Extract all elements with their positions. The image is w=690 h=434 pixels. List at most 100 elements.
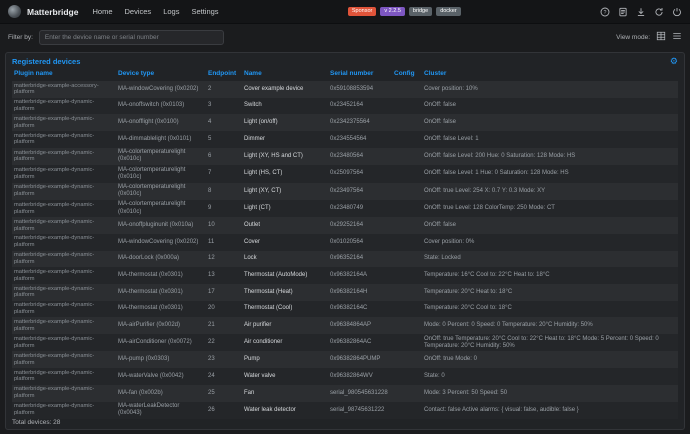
cell-cluster: OnOff: false Level: 1 (424, 135, 479, 142)
cell-serial-number: 0x23452164 (330, 102, 364, 109)
cell-endpoint: 5 (208, 135, 212, 142)
menu-item-devices[interactable]: Devices (125, 7, 152, 16)
table-row[interactable]: matterbridge-example-dynamic-platform MA… (12, 250, 678, 268)
table-row[interactable]: matterbridge-example-dynamic-platform MA… (12, 131, 678, 148)
cell-name: Fan (244, 389, 255, 396)
cell-device-type: MA-airConditioner (0x0072) (118, 339, 192, 346)
help-icon[interactable]: ? (600, 7, 610, 17)
table-row[interactable]: matterbridge-example-dynamic-platform MA… (12, 97, 678, 115)
cell-plugin-name: matterbridge-example-dynamic-platform (14, 252, 95, 265)
cell-cluster: State: Locked (424, 255, 461, 262)
cell-plugin-name: matterbridge-example-dynamic-platform (14, 166, 95, 180)
bridge-mode-badge: bridge (408, 7, 433, 16)
cell-plugin-name: matterbridge-example-dynamic-platform (14, 149, 95, 163)
cell-serial-number: 0x23480564 (330, 152, 364, 159)
table-row[interactable]: matterbridge-example-dynamic-platform MA… (12, 217, 678, 234)
table-row[interactable]: matterbridge-example-dynamic-platform MA… (12, 351, 678, 369)
cell-plugin-name: matterbridge-example-dynamic-platform (14, 285, 95, 299)
total-devices-label: Total devices: 28 (12, 419, 61, 427)
cell-endpoint: 23 (208, 356, 215, 363)
cell-endpoint: 22 (208, 339, 215, 346)
sponsor-badge[interactable]: Sponsor (347, 7, 377, 16)
cell-serial-number: 0x23497564 (330, 187, 364, 194)
cell-device-type: MA-thermostat (0x0301) (118, 305, 183, 312)
cell-config (392, 257, 422, 260)
table-row[interactable]: matterbridge-example-accessory-platform … (12, 81, 678, 98)
cell-device-type: MA-windowCovering (0x0202) (118, 238, 199, 245)
cell-config (392, 375, 422, 378)
table-row[interactable]: matterbridge-example-dynamic-platform MA… (12, 300, 678, 318)
table-settings-gear-icon[interactable]: ⚙ (670, 57, 678, 66)
cell-endpoint: 11 (208, 238, 215, 245)
table-row[interactable]: matterbridge-example-dynamic-platform MA… (12, 368, 678, 385)
cell-device-type: MA-thermostat (0x0301) (118, 288, 183, 295)
cell-plugin-name: matterbridge-example-accessory-platform (14, 82, 99, 96)
cell-endpoint: 12 (208, 255, 215, 262)
cell-plugin-name: matterbridge-example-dynamic-platform (14, 218, 95, 232)
table-row[interactable]: matterbridge-example-dynamic-platform MA… (12, 267, 678, 284)
cell-config (392, 138, 422, 141)
changelog-icon[interactable] (618, 7, 628, 17)
cell-serial-number: 0x01020564 (330, 238, 364, 245)
cell-device-type: MA-dimmablelight (0x0101) (118, 135, 192, 142)
table-row[interactable]: matterbridge-example-dynamic-platform MA… (12, 199, 678, 218)
device-filter-input[interactable] (38, 29, 224, 45)
cell-plugin-name: matterbridge-example-dynamic-platform (14, 403, 95, 417)
cell-name: Pump (244, 356, 260, 363)
menu-item-home[interactable]: Home (92, 7, 112, 16)
cell-device-type: MA-colortemperaturelight (0x010c) (118, 201, 186, 215)
table-row[interactable]: matterbridge-example-dynamic-platform MA… (12, 165, 678, 183)
cell-config (392, 241, 422, 244)
cell-serial-number: 0x23480749 (330, 204, 364, 211)
table-row[interactable]: matterbridge-example-dynamic-platform MA… (12, 334, 678, 352)
cell-serial-number: 0x96382864WV (330, 372, 373, 379)
cell-name: Light (HS, CT) (244, 170, 283, 177)
col-header-device-type: Device type (118, 70, 155, 77)
cell-name: Water leak detector (244, 406, 296, 413)
cell-config (392, 190, 422, 193)
filter-label: Filter by: (8, 33, 33, 41)
cell-plugin-name: matterbridge-example-dynamic-platform (14, 115, 95, 129)
filter-bar: Filter by: View mode: (0, 24, 690, 50)
cell-device-type: MA-onoffpluginunit (0x010a) (118, 222, 194, 228)
panel-footer: Total devices: 28 (12, 419, 678, 427)
table-row[interactable]: matterbridge-example-dynamic-platform MA… (12, 182, 678, 200)
cell-cluster: OnOff: true Mode: 0 (424, 356, 477, 363)
list-view-icon[interactable] (672, 28, 682, 46)
cell-serial-number: 0x96352164 (330, 255, 364, 262)
table-row[interactable]: matterbridge-example-dynamic-platform MA… (12, 317, 678, 335)
svg-text:?: ? (604, 9, 607, 15)
brand-name: Matterbridge (27, 6, 79, 17)
shutdown-power-icon[interactable] (672, 7, 682, 17)
cell-endpoint: 3 (208, 102, 212, 109)
cell-device-type: MA-windowCovering (0x0202) (118, 85, 199, 92)
cell-plugin-name: matterbridge-example-dynamic-platform (14, 235, 95, 249)
cell-endpoint: 20 (208, 305, 215, 312)
table-row[interactable]: matterbridge-example-dynamic-platform MA… (12, 384, 678, 402)
cell-name: Light (on/off) (244, 119, 278, 126)
cell-config (392, 324, 422, 327)
table-row[interactable]: matterbridge-example-dynamic-platform MA… (12, 233, 678, 251)
cell-endpoint: 8 (208, 187, 212, 194)
device-table-body: matterbridge-example-accessory-platform … (12, 81, 678, 419)
cell-config (392, 121, 422, 124)
table-view-icon[interactable] (656, 28, 666, 46)
cell-cluster: OnOff: true Level: 254 X: 0.7 Y: 0.3 Mod… (424, 187, 546, 194)
cell-config (392, 392, 422, 395)
cell-device-type: MA-thermostat (0x0301) (118, 272, 183, 279)
menu-item-logs[interactable]: Logs (163, 7, 179, 16)
restart-icon[interactable] (654, 7, 664, 17)
cell-cluster: Mode: 3 Percent: 50 Speed: 50 (424, 389, 508, 396)
table-row[interactable]: matterbridge-example-dynamic-platform MA… (12, 114, 678, 132)
table-row[interactable]: matterbridge-example-dynamic-platform MA… (12, 401, 678, 419)
cell-cluster: Mode: 0 Percent: 0 Speed: 0 Temperature:… (424, 322, 593, 329)
cell-plugin-name: matterbridge-example-dynamic-platform (14, 318, 95, 332)
cell-device-type: MA-doorLock (0x000a) (118, 255, 180, 262)
table-row[interactable]: matterbridge-example-dynamic-platform MA… (12, 147, 678, 166)
cell-config (392, 172, 422, 175)
table-row[interactable]: matterbridge-example-dynamic-platform MA… (12, 284, 678, 301)
cell-device-type: MA-colortemperaturelight (0x010c) (118, 184, 186, 198)
menu-item-settings[interactable]: Settings (191, 7, 218, 16)
cell-serial-number: 0x96382864PUMP (330, 356, 381, 363)
update-download-icon[interactable] (636, 7, 646, 17)
